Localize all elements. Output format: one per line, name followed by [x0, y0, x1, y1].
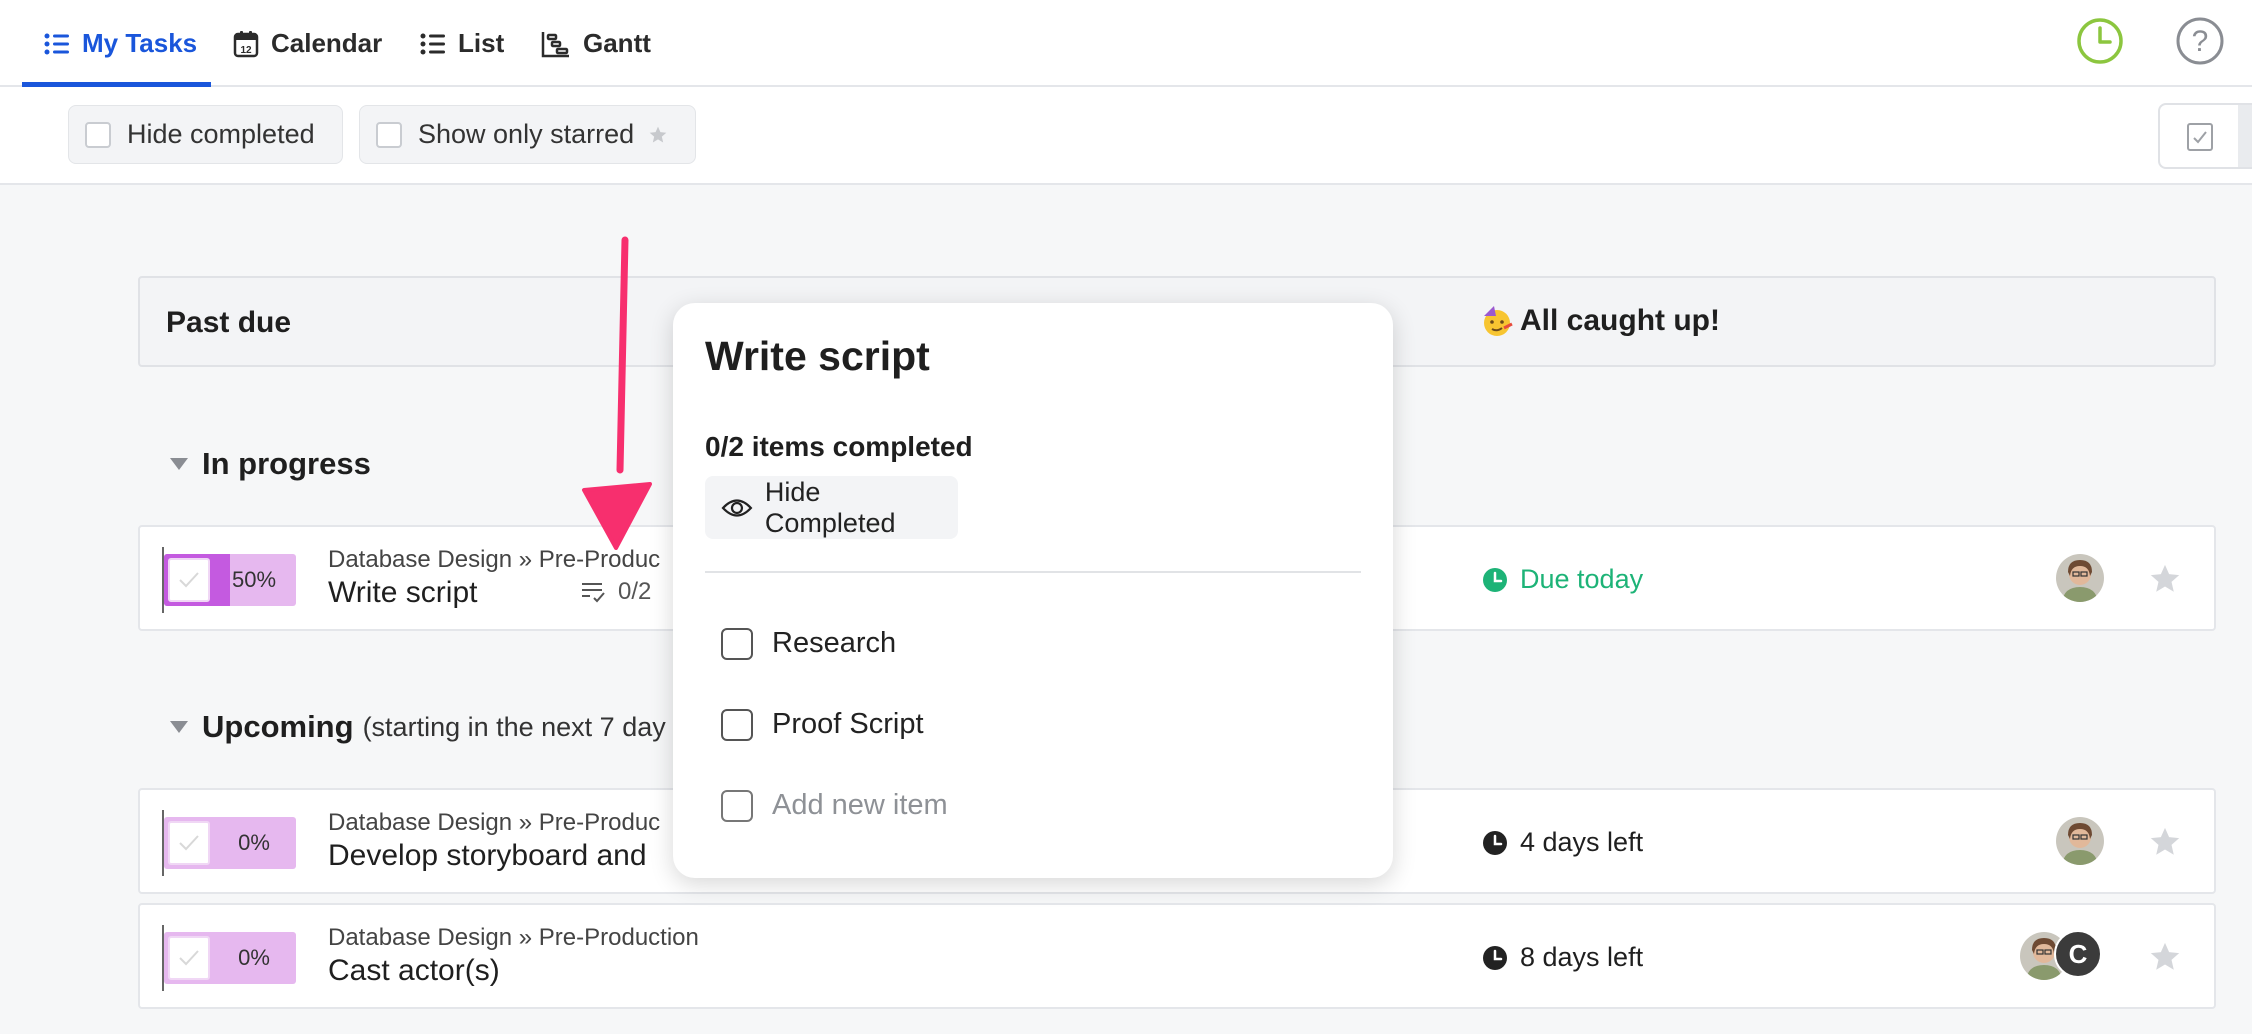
check-icon	[179, 950, 199, 966]
star-icon[interactable]	[2148, 825, 2182, 859]
tab-label: Calendar	[271, 28, 383, 58]
star-icon[interactable]	[2148, 940, 2182, 974]
caught-up-status: All caught up!	[1480, 304, 1720, 338]
time-tracker-clock-icon[interactable]	[2075, 16, 2125, 66]
task-row-cast-actors[interactable]: 0% Database Design » Pre-Production Cast…	[138, 903, 2216, 1009]
section-in-progress[interactable]: In progress	[170, 446, 371, 482]
task-breadcrumb[interactable]: Database Design » Pre-Produc	[328, 546, 660, 574]
checklist-item[interactable]: Research	[721, 627, 896, 660]
party-face-icon	[1484, 306, 1513, 336]
list-icon	[420, 33, 445, 54]
top-nav: My Tasks 12 Calendar List Gantt ?	[0, 0, 2252, 87]
task-name[interactable]: Cast actor(s)	[328, 954, 500, 988]
view-toggle-edge	[2238, 105, 2252, 167]
complete-checkbox[interactable]	[168, 558, 210, 602]
calendar-icon-day: 12	[240, 45, 252, 56]
avatar-initial[interactable]: C	[2054, 930, 2102, 978]
past-due-title: Past due	[166, 306, 292, 339]
new-item-checkbox	[721, 789, 753, 822]
progress-indicator[interactable]: 0%	[164, 817, 296, 869]
hide-completed-button[interactable]: Hide Completed	[705, 476, 958, 539]
eye-icon	[721, 498, 753, 517]
progress-percent: 0%	[238, 945, 270, 970]
tab-gantt[interactable]: Gantt	[541, 0, 651, 87]
hide-completed-checkbox[interactable]	[85, 121, 111, 148]
due-label: 8 days left	[1520, 942, 1644, 972]
popup-title: Write script	[705, 333, 930, 379]
collapse-triangle-icon[interactable]	[170, 721, 188, 733]
view-toggle-button[interactable]	[2158, 103, 2252, 169]
add-new-item-placeholder[interactable]: Add new item	[772, 789, 948, 822]
due-status: Due today	[1482, 564, 1643, 595]
calendar-icon: 12	[233, 30, 259, 57]
task-name[interactable]: Write script	[328, 576, 477, 610]
user-avatar-icon	[2056, 554, 2104, 602]
check-icon	[179, 572, 199, 588]
progress-percent: 0%	[238, 830, 270, 855]
tab-label: Gantt	[583, 28, 651, 58]
tab-label: List	[458, 28, 505, 58]
checklist-count[interactable]: 0/2	[580, 578, 651, 606]
due-status: 8 days left	[1482, 942, 1643, 973]
avatar[interactable]	[2056, 554, 2104, 602]
tab-list[interactable]: List	[420, 0, 504, 87]
due-label: Due today	[1520, 564, 1644, 594]
filter-bar: Hide completed Show only starred	[0, 87, 2252, 185]
tab-label: My Tasks	[82, 28, 198, 58]
checklist-view-icon	[2187, 123, 2213, 151]
checklist-item[interactable]: Proof Script	[721, 708, 924, 741]
task-name[interactable]: Develop storyboard and	[328, 839, 647, 873]
clock-icon	[1483, 567, 1507, 592]
task-breadcrumb[interactable]: Database Design » Pre-Produc	[328, 809, 660, 837]
section-title: In progress	[202, 446, 371, 481]
caught-up-label: All caught up!	[1520, 304, 1720, 337]
collapse-triangle-icon[interactable]	[170, 458, 188, 470]
progress-indicator[interactable]: 50%	[164, 554, 296, 606]
show-only-starred-checkbox[interactable]	[376, 121, 402, 148]
user-avatar-icon	[2056, 817, 2104, 865]
hide-completed-label: Hide completed	[127, 119, 315, 149]
complete-checkbox[interactable]	[168, 821, 210, 865]
section-upcoming[interactable]: Upcoming (starting in the next 7 day	[170, 709, 666, 745]
annotation-arrow-icon	[582, 236, 652, 550]
divider	[705, 571, 1361, 573]
checklist-item-checkbox[interactable]	[721, 627, 753, 660]
checklist-item-checkbox[interactable]	[721, 708, 753, 741]
checklist-popup: Write script 0/2 items completed Hide Co…	[673, 303, 1393, 878]
tab-my-tasks[interactable]: My Tasks	[44, 0, 197, 87]
checklist-item-label[interactable]: Proof Script	[772, 708, 924, 741]
section-subtitle: (starting in the next 7 day	[362, 711, 666, 742]
avatar[interactable]	[2056, 817, 2104, 865]
checklist-item-label[interactable]: Research	[772, 627, 896, 660]
star-icon[interactable]	[2148, 562, 2182, 596]
checklist-icon	[582, 583, 605, 603]
task-breadcrumb[interactable]: Database Design » Pre-Production	[328, 924, 699, 952]
show-only-starred-filter[interactable]: Show only starred	[359, 105, 696, 164]
section-title: Upcoming	[202, 709, 354, 744]
due-label: 4 days left	[1520, 827, 1644, 857]
show-only-starred-label: Show only starred	[418, 119, 635, 149]
help-icon[interactable]: ?	[2175, 16, 2225, 66]
checklist-count-label: 0/2	[618, 578, 652, 605]
clock-icon	[1483, 945, 1507, 970]
list-icon	[44, 33, 69, 54]
tab-calendar[interactable]: 12 Calendar	[233, 0, 382, 87]
progress-indicator[interactable]: 0%	[164, 932, 296, 984]
clock-icon	[1483, 830, 1507, 855]
due-status: 4 days left	[1482, 827, 1643, 858]
gantt-icon	[541, 31, 569, 57]
progress-percent: 50%	[231, 567, 277, 592]
svg-text:?: ?	[2192, 25, 2209, 58]
items-completed-count: 0/2 items completed	[705, 431, 973, 462]
complete-checkbox[interactable]	[168, 936, 210, 980]
hide-completed-label: Hide Completed	[764, 476, 896, 538]
hide-completed-filter[interactable]: Hide completed	[68, 105, 343, 164]
star-icon	[649, 126, 667, 142]
check-icon	[179, 835, 199, 851]
add-new-item-input[interactable]: Add new item	[721, 789, 948, 822]
